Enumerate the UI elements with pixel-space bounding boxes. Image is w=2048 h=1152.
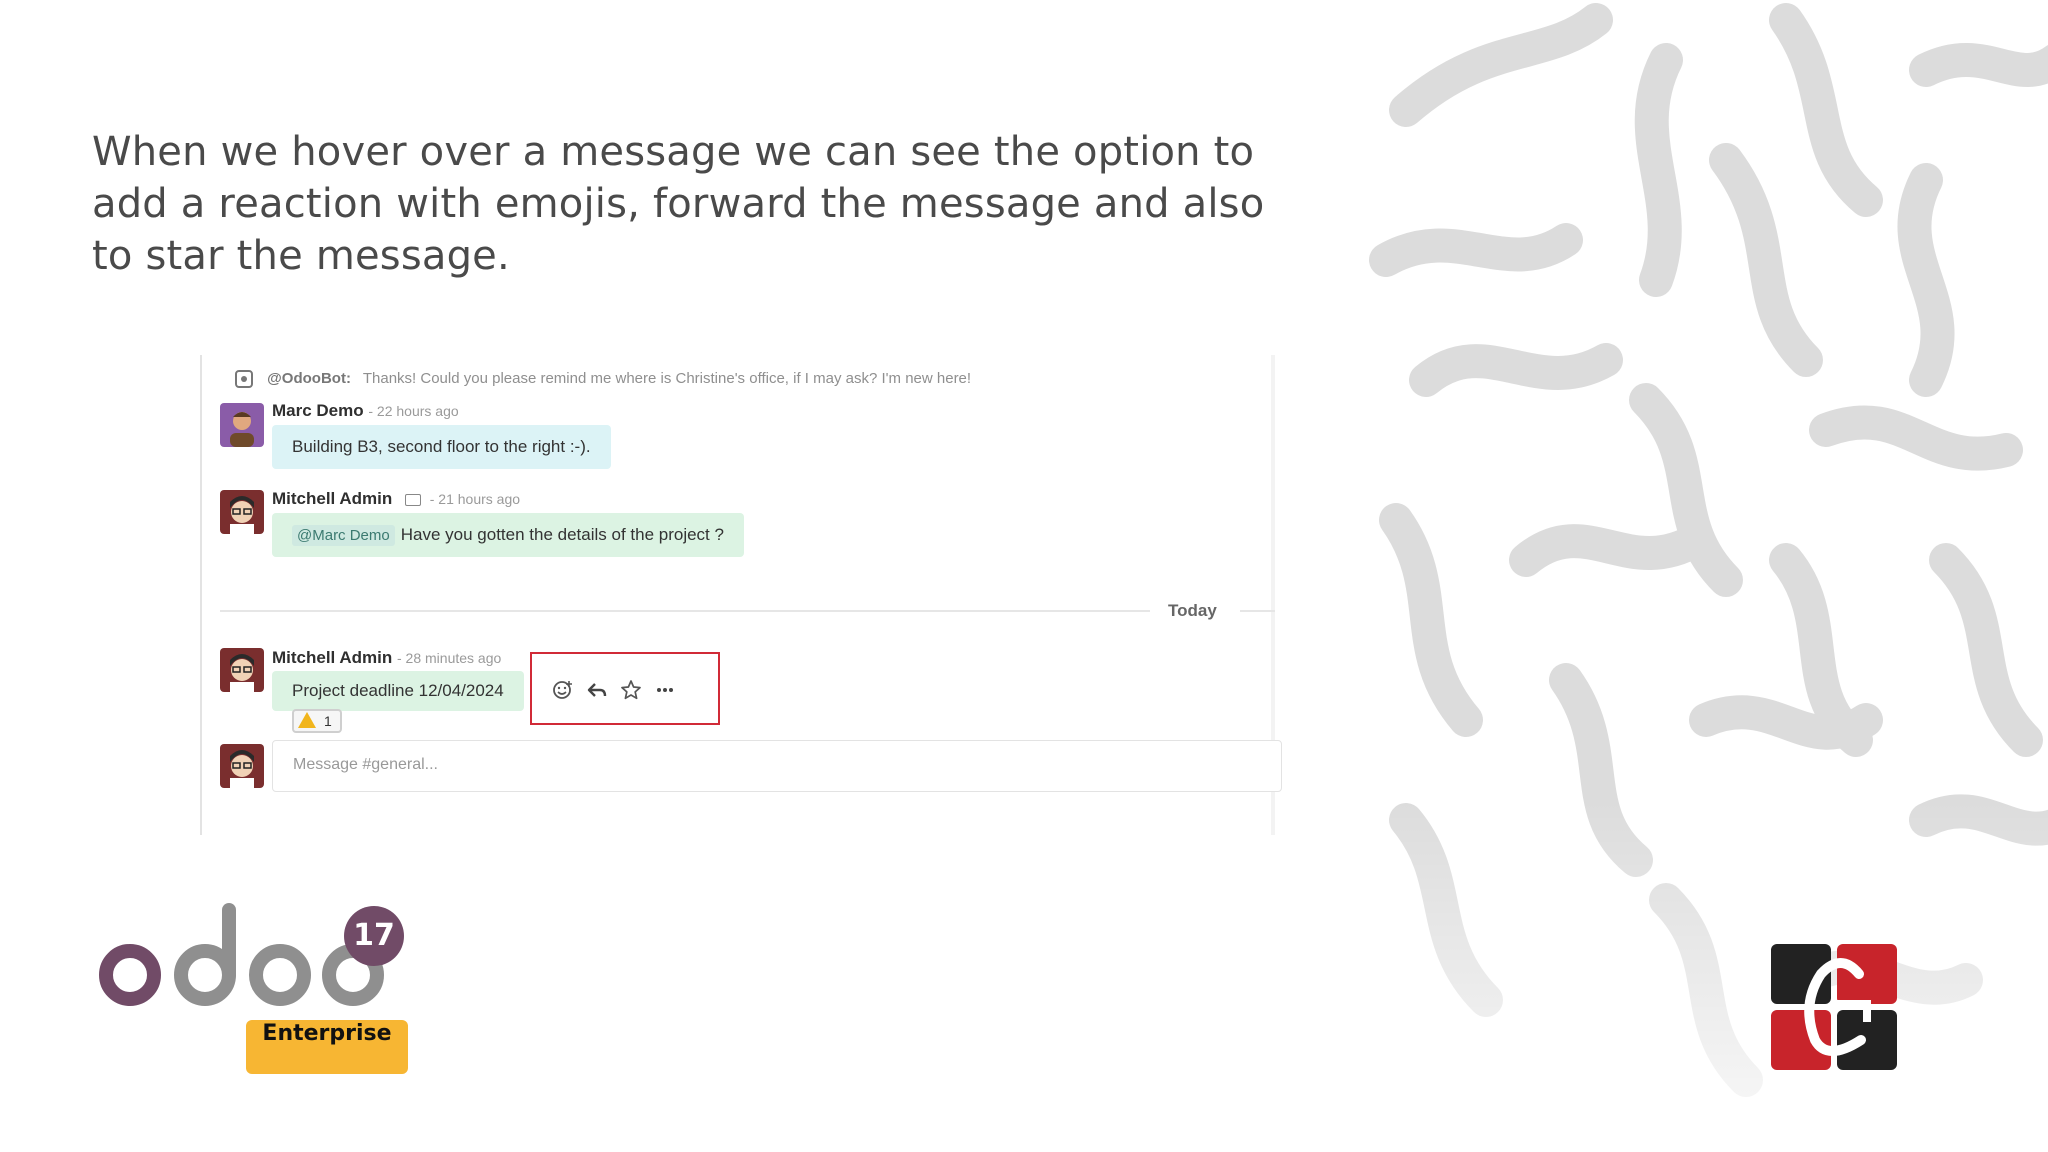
chat-screenshot: @OdooBot: Thanks! Could you please remin… bbox=[200, 355, 1282, 835]
message-timestamp: - 28 minutes ago bbox=[397, 650, 502, 666]
message-author-line: Mitchell Admin - 21 hours ago bbox=[272, 489, 520, 509]
composer-placeholder: Message #general... bbox=[293, 756, 438, 773]
avatar[interactable] bbox=[220, 648, 264, 692]
message-author-line: Marc Demo - 22 hours ago bbox=[272, 401, 459, 421]
message-actions-highlight bbox=[530, 652, 720, 725]
message-author-line: Mitchell Admin - 28 minutes ago bbox=[272, 648, 501, 668]
envelope-icon bbox=[405, 493, 421, 506]
message-bubble: @Marc Demo Have you gotten the details of… bbox=[272, 513, 744, 557]
emoji-reaction-chip[interactable]: 1 bbox=[292, 709, 342, 733]
author-name[interactable]: Marc Demo bbox=[272, 401, 364, 420]
odoobot-message-preview: @OdooBot: Thanks! Could you please remin… bbox=[235, 370, 972, 389]
bot-text: Thanks! Could you please remind me where… bbox=[362, 370, 972, 387]
decorative-squiggle-pattern bbox=[1366, 3, 2048, 1152]
more-icon[interactable] bbox=[654, 679, 676, 701]
message-timestamp: - 22 hours ago bbox=[368, 403, 459, 419]
bot-name: @OdooBot: bbox=[267, 370, 351, 387]
company-logo bbox=[1771, 944, 1897, 1070]
message-composer-input[interactable]: Message #general... bbox=[272, 740, 1282, 792]
message-timestamp: - 21 hours ago bbox=[429, 491, 521, 507]
avatar[interactable] bbox=[220, 403, 264, 447]
avatar[interactable] bbox=[220, 744, 264, 788]
author-name[interactable]: Mitchell Admin bbox=[272, 489, 392, 508]
add-reaction-icon[interactable] bbox=[552, 679, 574, 701]
message-bubble: Building B3, second floor to the right :… bbox=[272, 425, 611, 469]
warning-emoji-icon bbox=[298, 712, 316, 728]
author-name[interactable]: Mitchell Admin bbox=[272, 648, 392, 667]
divider bbox=[200, 355, 202, 835]
date-separator-line bbox=[1240, 610, 1275, 612]
bot-icon bbox=[235, 370, 253, 389]
star-icon[interactable] bbox=[620, 679, 642, 701]
date-separator-line bbox=[220, 610, 1150, 612]
message-bubble: Project deadline 12/04/2024 bbox=[272, 671, 524, 711]
slide-caption: When we hover over a message we can see … bbox=[92, 129, 1265, 279]
avatar[interactable] bbox=[220, 490, 264, 534]
version-badge: 17 bbox=[344, 906, 404, 966]
reaction-count: 1 bbox=[324, 713, 332, 729]
message-text: Have you gotten the details of the proje… bbox=[400, 525, 724, 544]
date-separator-label: Today bbox=[1168, 601, 1217, 620]
edition-badge: Enterprise bbox=[246, 1020, 408, 1074]
reply-icon[interactable] bbox=[586, 679, 608, 701]
mention-link[interactable]: @Marc Demo bbox=[292, 525, 395, 546]
